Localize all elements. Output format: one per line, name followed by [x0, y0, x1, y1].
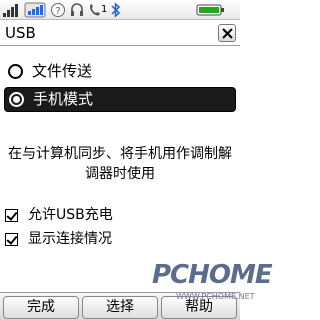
- option-label: 文件传送: [32, 62, 93, 80]
- svg-text:?: ?: [55, 6, 60, 17]
- battery-icon: [196, 4, 224, 16]
- select-button[interactable]: 选择: [82, 296, 158, 319]
- title-bar: USB: [0, 21, 240, 46]
- close-button[interactable]: [218, 24, 236, 42]
- checkbox-allow-usb-charging[interactable]: 允许USB充电: [4, 206, 236, 228]
- page-title: USB: [5, 24, 36, 42]
- option-description: 在与计算机同步、将手机用作调制解调器时使用: [8, 146, 232, 182]
- unknown-status-icon: ?: [51, 3, 65, 17]
- done-button[interactable]: 完成: [3, 296, 79, 319]
- checkbox-label: 允许USB充电: [28, 207, 113, 223]
- radio-on-icon: [9, 92, 24, 107]
- checkbox-show-connection-status[interactable]: 显示连接情况: [4, 230, 236, 252]
- missed-call-icon: [90, 4, 100, 16]
- checkbox-checked-icon: [5, 209, 18, 222]
- signal-strength-icon: [3, 4, 18, 17]
- option-phone-mode[interactable]: 手机模式: [4, 87, 236, 112]
- option-label: 手机模式: [33, 90, 94, 108]
- status-bar: ? 1: [0, 0, 240, 20]
- network-3g-icon: [24, 2, 46, 18]
- headset-icon: [71, 3, 83, 16]
- checkbox-label: 显示连接情况: [28, 231, 112, 247]
- checkbox-checked-icon: [5, 233, 18, 246]
- watermark-text: PCHOME: [152, 260, 273, 290]
- help-button[interactable]: 帮助: [161, 296, 237, 319]
- softkey-bar: 完成 选择 帮助: [0, 292, 240, 320]
- option-file-transfer[interactable]: 文件传送: [4, 60, 236, 85]
- close-icon: [222, 28, 233, 39]
- missed-call-count: 1: [101, 4, 108, 15]
- radio-off-icon: [8, 64, 23, 79]
- bluetooth-icon: [111, 2, 121, 18]
